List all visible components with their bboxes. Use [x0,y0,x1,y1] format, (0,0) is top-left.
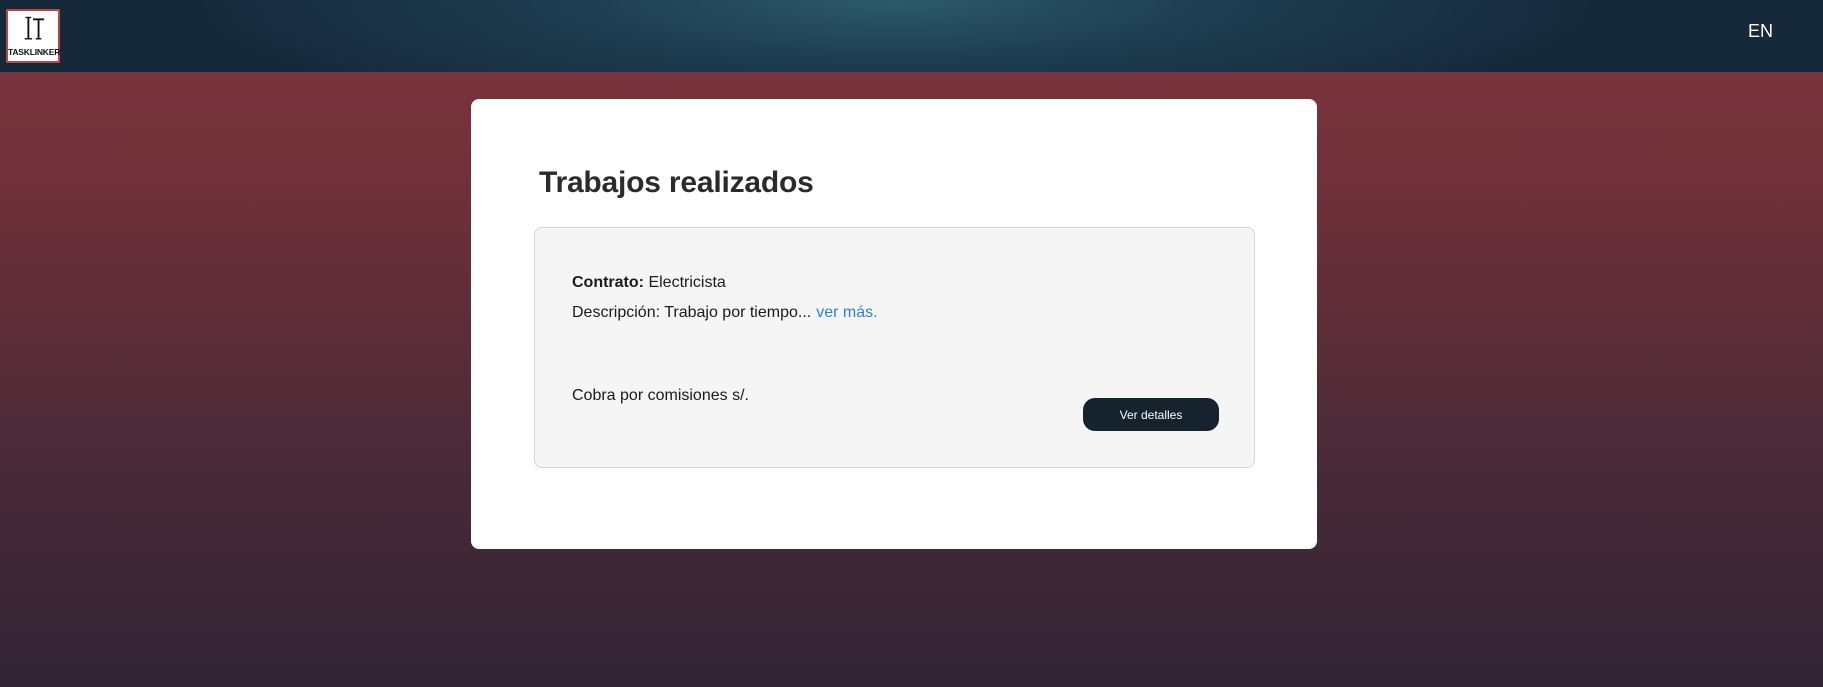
view-details-button[interactable]: Ver detalles [1083,398,1219,431]
read-more-link[interactable]: ver más. [816,304,877,321]
contract-label: Contrato: [572,274,644,291]
contract-line: Contrato: Electricista [572,274,726,292]
description-text: Descripción: Trabajo por tiempo... [572,304,811,321]
page-title: Trabajos realizados [539,166,814,200]
top-navbar: TASKLINKER EN [0,0,1823,72]
description-line: Descripción: Trabajo por tiempo... ver má… [572,304,878,322]
contract-value: Electricista [648,274,725,291]
tasklinker-logo[interactable]: TASKLINKER [6,9,60,63]
job-card: Contrato: Electricista Descripción: Trab… [534,227,1255,468]
commission-text: Cobra por comisiones s/. [572,387,749,405]
completed-jobs-panel: Trabajos realizados Contrato: Electricis… [471,99,1317,549]
logo-wordmark: TASKLINKER [8,47,58,57]
language-switcher[interactable]: EN [1748,21,1773,42]
